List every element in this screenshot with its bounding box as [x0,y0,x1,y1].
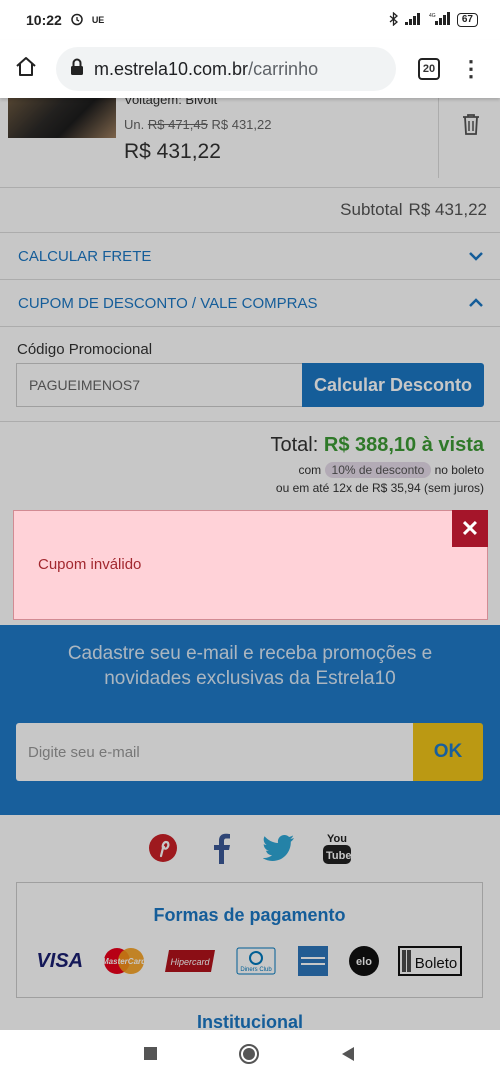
url-path: /carrinho [248,58,319,79]
status-ue: UE [91,15,105,25]
status-bar: 10:22 UE 4G 67 [0,0,500,40]
signal-4g-icon: 4G [429,12,451,28]
close-icon[interactable]: ✕ [452,510,488,547]
signal-icon [404,12,423,28]
status-time: 10:22 [26,12,62,28]
svg-text:4G: 4G [429,13,436,19]
back-icon[interactable] [340,1046,356,1067]
home-circle-icon[interactable] [238,1043,260,1070]
recents-icon[interactable] [144,1046,158,1066]
system-nav-bar [0,1030,500,1082]
url-host: m.estrela10.com.br [94,58,249,79]
alarm-icon [70,12,84,29]
lock-icon [70,58,84,81]
alert-message: Cupom inválido [38,556,142,573]
address-bar[interactable]: m.estrela10.com.br/carrinho [56,47,396,91]
home-icon[interactable] [14,55,38,84]
bluetooth-icon [389,11,399,29]
browser-toolbar: m.estrela10.com.br/carrinho 20 ⋮ [0,40,500,98]
alert-dialog: Cupom inválido ✕ [13,510,488,620]
battery-indicator: 67 [456,13,478,27]
tabs-count-button[interactable]: 20 [418,58,440,80]
browser-menu-icon[interactable]: ⋮ [460,58,482,80]
